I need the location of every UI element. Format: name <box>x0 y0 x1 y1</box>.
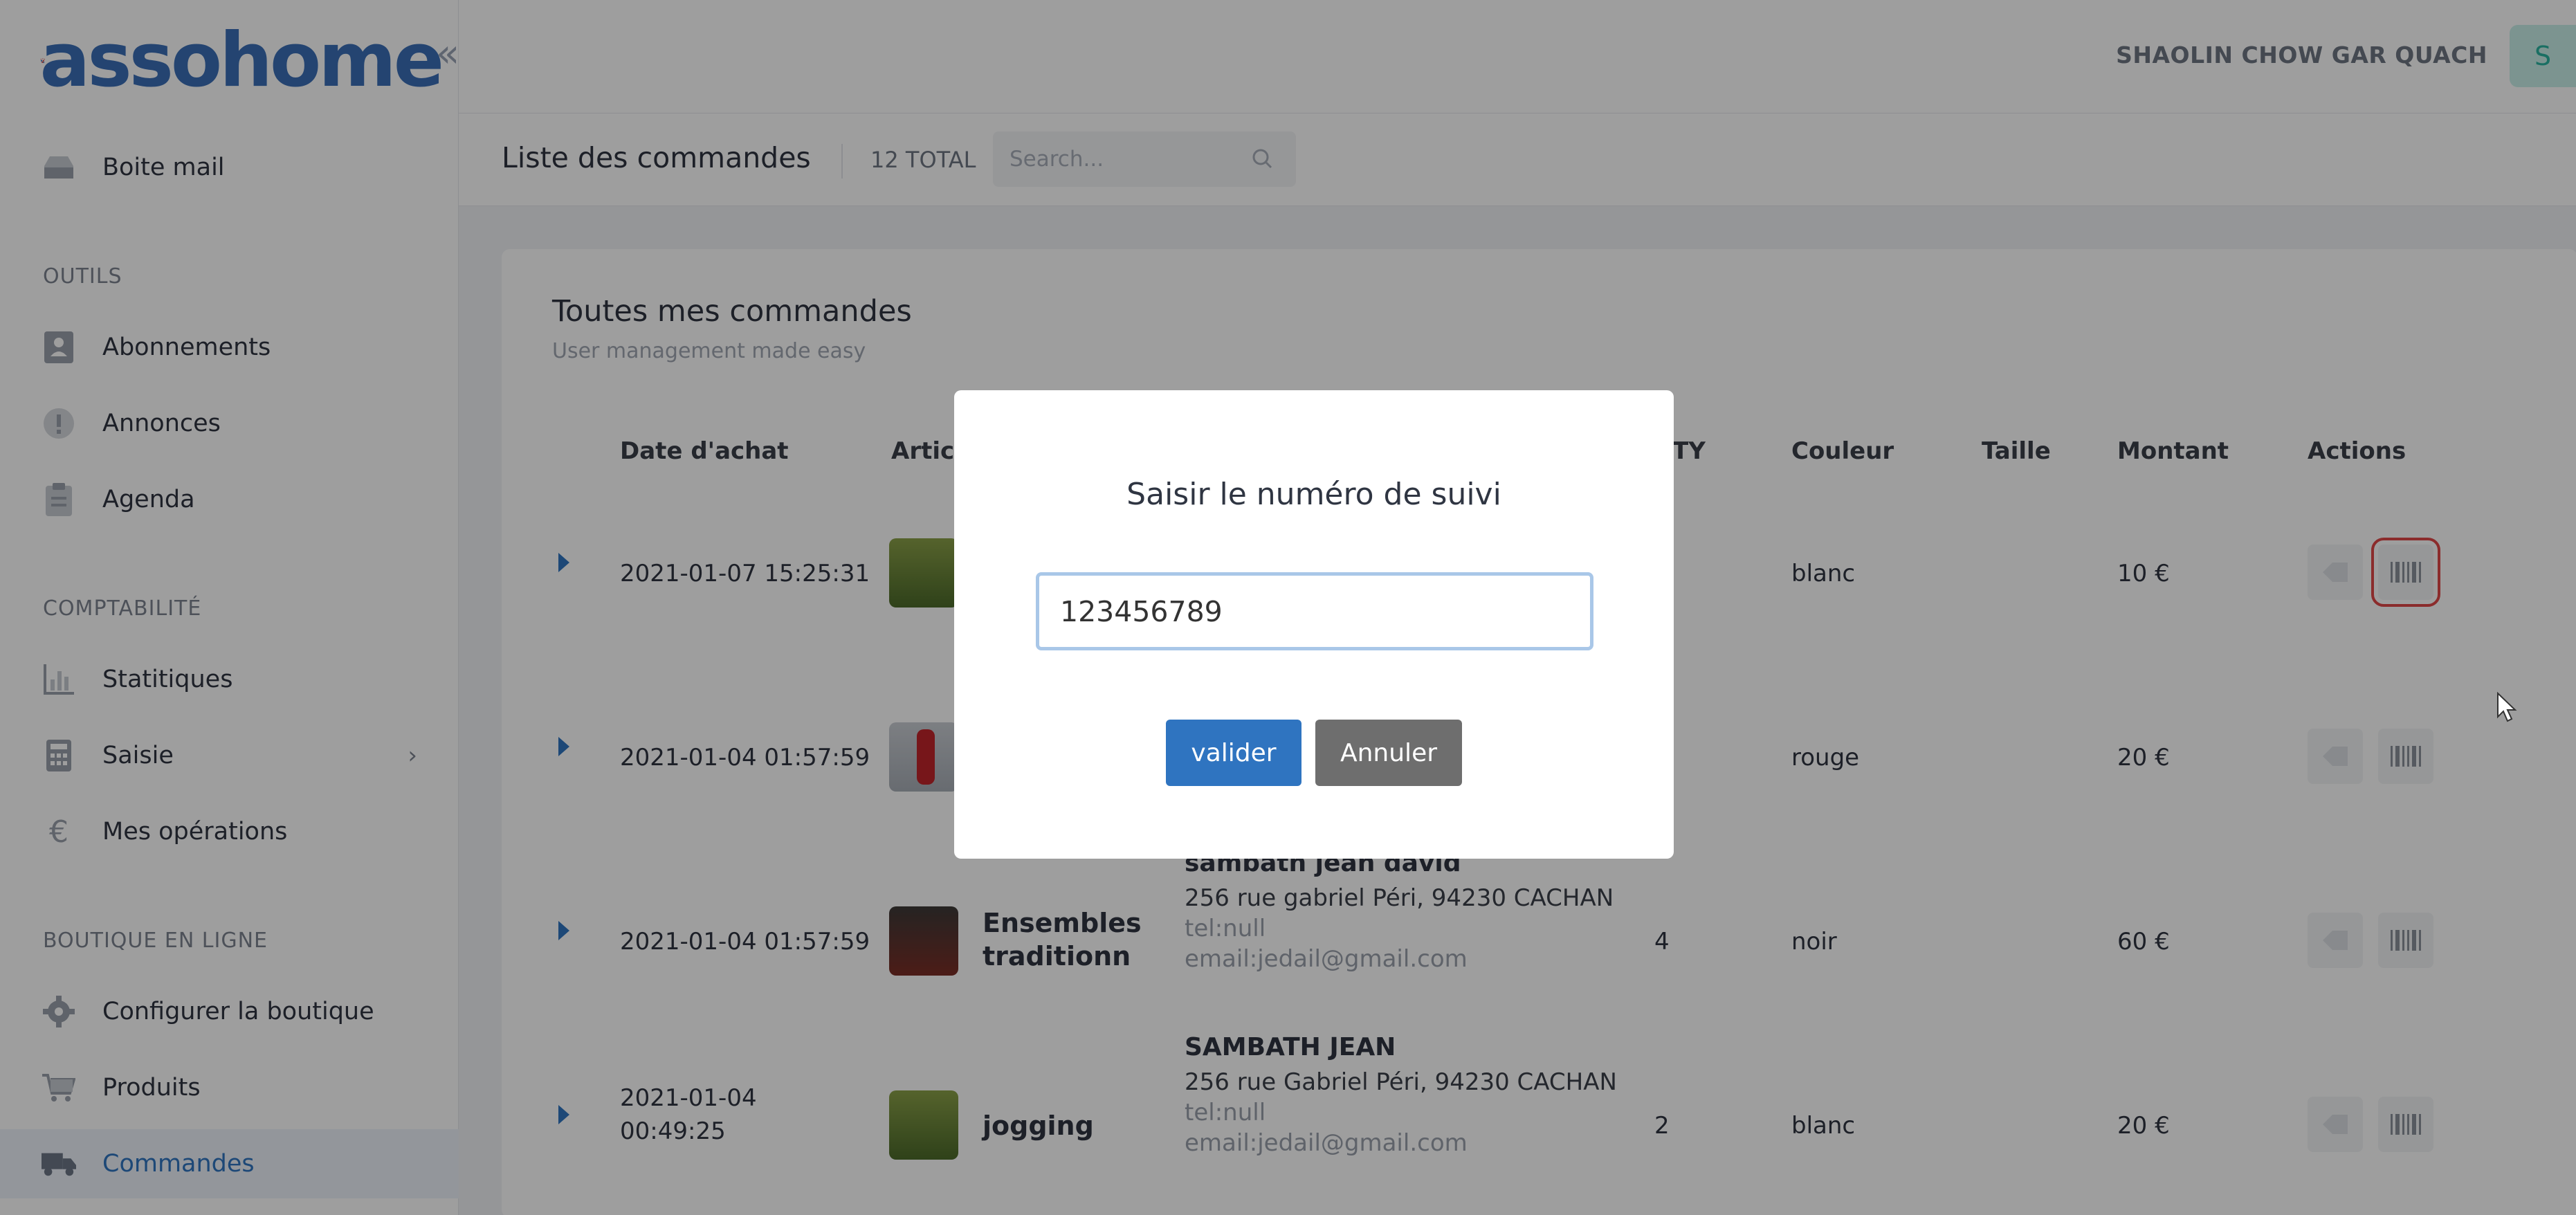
cancel-button[interactable]: Annuler <box>1315 720 1462 786</box>
tracking-number-dialog: Saisir le numéro de suivi valider Annule… <box>954 390 1674 859</box>
validate-button[interactable]: valider <box>1166 720 1301 786</box>
dialog-title: Saisir le numéro de suivi <box>1126 477 1501 512</box>
mouse-cursor-icon <box>2497 692 2517 722</box>
tracking-number-input[interactable] <box>1036 572 1593 650</box>
